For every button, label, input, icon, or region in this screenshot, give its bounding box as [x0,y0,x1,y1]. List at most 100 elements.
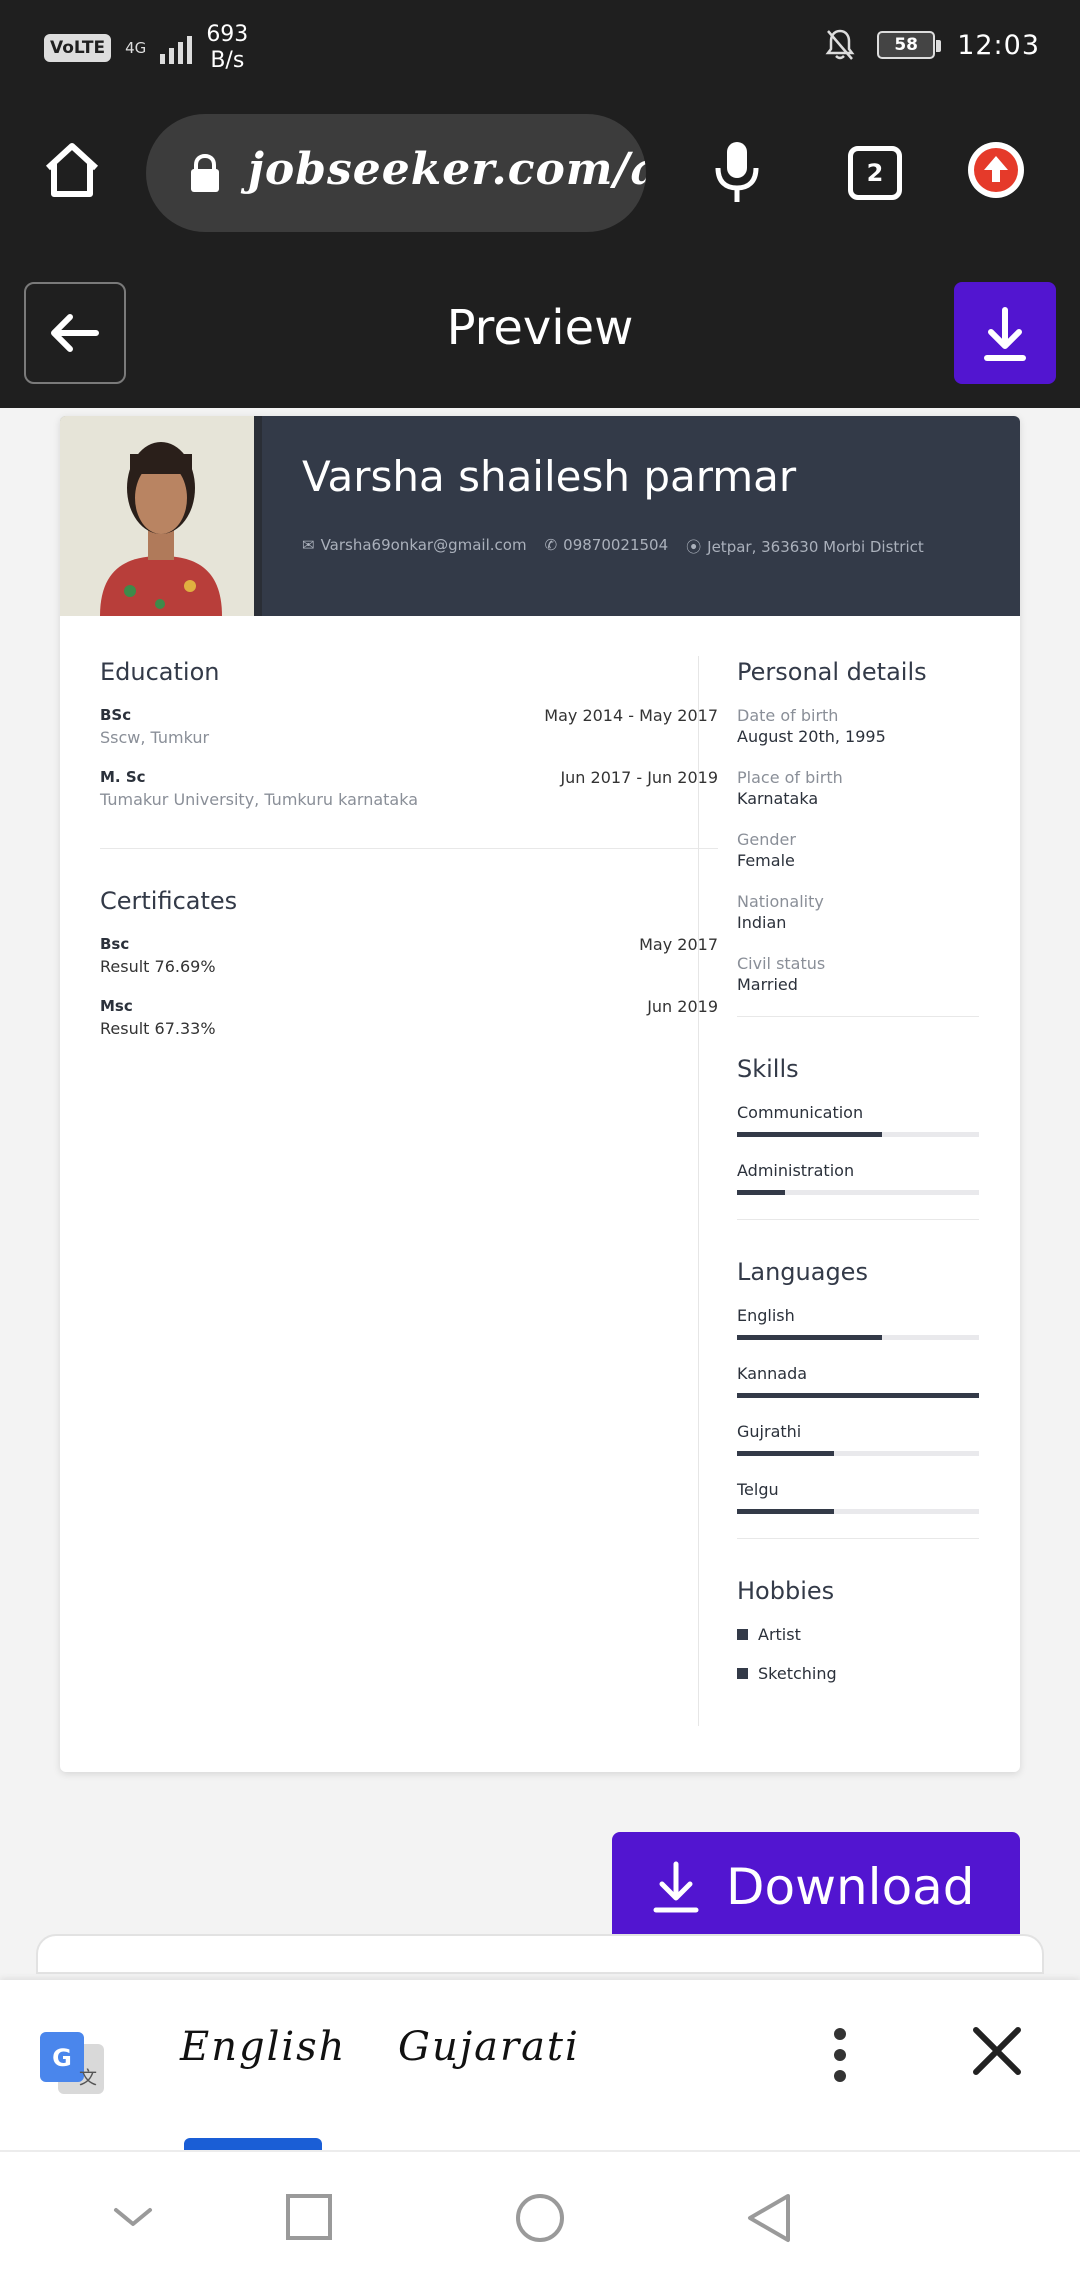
personal-value: Married [737,975,798,994]
skill-name: Administration [737,1161,855,1180]
close-icon[interactable] [970,2024,1024,2078]
divider [100,848,718,849]
certificate-date: May 2017 [639,935,718,954]
email-text: Varsha69onkar@gmail.com [320,536,527,554]
hobby-name: Artist [758,1625,801,1644]
status-left: VoLTE 4G 693 B/s [44,22,248,74]
personal-value: August 20th, 1995 [737,727,886,746]
selected-language-indicator [184,2138,322,2150]
school: Tumakur University, Tumkuru karnataka [100,790,419,809]
network-speed: 693 B/s [206,22,248,74]
tab-switcher-button[interactable]: 2 [848,146,902,200]
language-item: English [737,1306,979,1340]
dates: May 2014 - May 2017 [544,706,718,725]
dates: Jun 2017 - Jun 2019 [560,768,718,787]
divider [737,1219,979,1220]
location-contact: ⦿ Jetpar, 363630 Morbi District [686,536,924,557]
resume-right-column: Personal details Date of birth August 20… [737,658,979,1703]
status-right: 58 12:03 [825,28,1040,62]
bullet-square-icon [737,1668,748,1679]
skill-level-bar [737,1132,979,1137]
speed-unit: B/s [210,48,245,73]
signal-icon [160,32,193,64]
language-tab-gujarati[interactable]: Gujarati [398,2024,580,2070]
profile-photo [60,416,262,616]
browser-toolbar: jobseeker.com/a 2 [0,96,1080,248]
personal-value: Female [737,851,795,870]
bullet-square-icon [737,1629,748,1640]
language-level-fill [737,1393,979,1398]
email-contact: ✉ Varsha69onkar@gmail.com [302,536,527,557]
education-entry: M. Sc Tumakur University, Tumkuru karnat… [100,768,718,830]
personal-details-title: Personal details [737,658,927,686]
skill-item: Communication [737,1103,979,1137]
language-level-bar [737,1393,979,1398]
education-title: Education [100,658,220,686]
language-name: Telgu [737,1480,779,1499]
skill-item: Administration [737,1161,979,1195]
divider [737,1538,979,1539]
certificates-title: Certificates [100,887,238,915]
skill-level-bar [737,1190,979,1195]
certificate-detail: Result 76.69% [100,957,216,976]
home-icon[interactable] [40,138,104,202]
download-button[interactable]: Download [612,1832,1020,1942]
google-translate-icon: G 文 [40,2032,104,2094]
hobbies-title: Hobbies [737,1577,835,1605]
language-tab-english[interactable]: English [180,2024,346,2070]
update-icon[interactable] [968,142,1024,198]
education-entry: BSc Sscw, Tumkur May 2014 - May 2017 [100,706,718,768]
status-bar: VoLTE 4G 693 B/s 58 12:03 [0,0,1080,96]
contact-info: ✉ Varsha69onkar@gmail.com ✆ 09870021504 ⦿ J… [302,536,924,557]
personal-value: Indian [737,913,787,932]
certificate-entry: Msc Result 67.33% Jun 2019 [100,997,718,1059]
resume-name: Varsha shailesh parmar [302,452,797,501]
address-bar[interactable]: jobseeker.com/a [146,114,646,232]
languages-title: Languages [737,1258,868,1286]
system-nav-bar [0,2150,1080,2280]
app-header: Preview [0,248,1080,408]
url-text[interactable]: jobseeker.com/a [248,144,646,195]
phone-text: 09870021504 [563,536,669,554]
home-circle-icon[interactable] [514,2192,566,2244]
svg-text:文: 文 [79,2068,97,2089]
battery-icon: 58 [877,31,942,59]
language-level-bar [737,1509,979,1514]
language-name: Kannada [737,1364,808,1383]
personal-label: Nationality [737,892,824,911]
language-level-fill [737,1509,834,1514]
page-title: Preview [446,300,634,356]
skill-level-fill [737,1190,786,1195]
certificate-date: Jun 2019 [647,997,718,1016]
language-level-fill [737,1335,883,1340]
download-label: Download [726,1858,975,1916]
language-level-bar [737,1335,979,1340]
microphone-icon[interactable] [712,140,762,204]
chevron-down-icon[interactable] [108,2192,158,2242]
location-pin-icon: ⦿ [686,538,702,556]
translate-bar: G 文 English Gujarati [0,1980,1080,2150]
language-name: English [737,1306,795,1325]
download-icon-button[interactable] [954,282,1056,384]
download-icon [653,1861,699,1913]
envelope-icon: ✉ [302,536,315,554]
language-level-bar [737,1451,979,1456]
bottom-sheet-edge [36,1934,1044,1974]
language-item: Kannada [737,1364,979,1398]
phone-contact: ✆ 09870021504 [545,536,669,557]
certificate-name: Msc [100,997,133,1015]
certificate-entry: Bsc Result 76.69% May 2017 [100,935,718,997]
download-icon [984,307,1026,361]
hobby-name: Sketching [758,1664,837,1683]
hobby-item: Sketching [737,1664,979,1683]
resume-left-column: Education BSc Sscw, Tumkur May 2014 - Ma… [100,658,718,1059]
skill-level-fill [737,1132,883,1137]
certificate-detail: Result 67.33% [100,1019,216,1038]
back-triangle-icon[interactable] [744,2192,794,2244]
network-type: 4G [125,39,147,57]
recents-square-icon[interactable] [284,2192,334,2242]
clock: 12:03 [957,29,1040,61]
personal-value: Karnataka [737,789,819,808]
more-vertical-icon[interactable] [828,2020,852,2090]
skill-name: Communication [737,1103,864,1122]
